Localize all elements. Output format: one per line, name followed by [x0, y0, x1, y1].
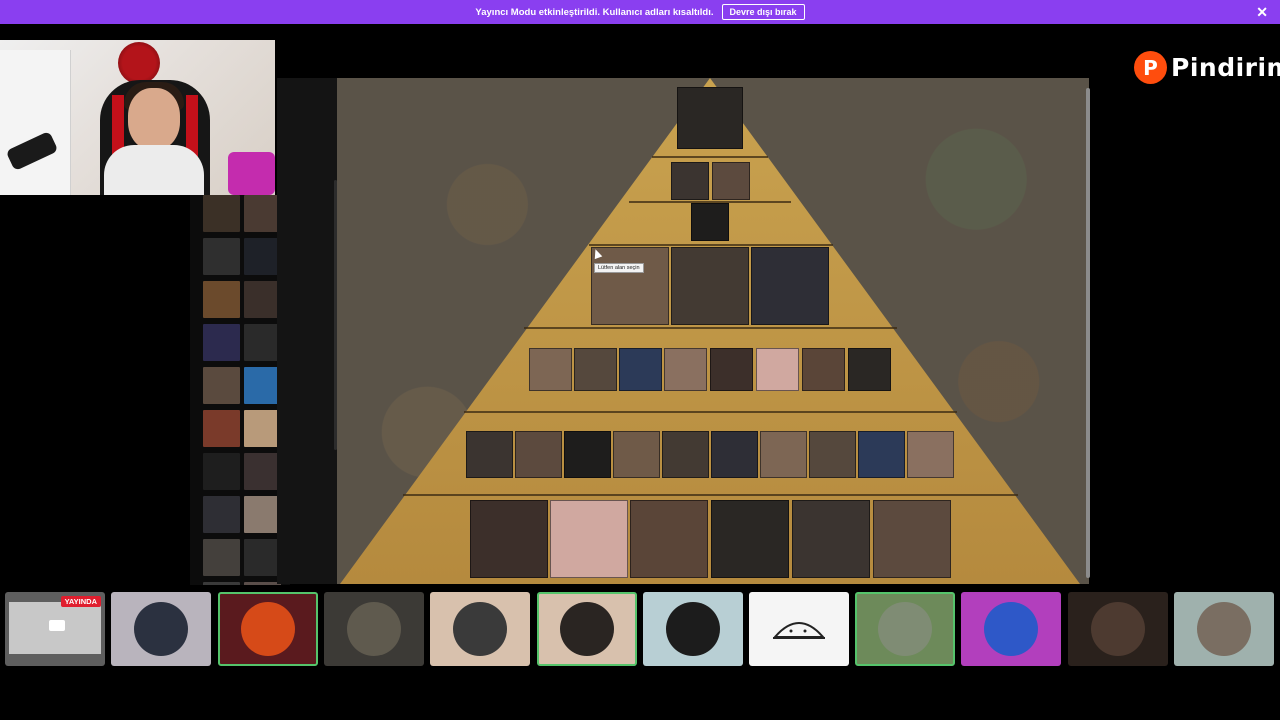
unplaced-thumbnail[interactable] — [203, 195, 240, 232]
participant-tile-screen-share[interactable]: YAYINDA — [5, 592, 105, 666]
tier-item-row-2[interactable] — [712, 162, 750, 200]
avatar — [560, 602, 614, 656]
participant-tile[interactable] — [430, 592, 530, 666]
tier-item-row-6[interactable] — [711, 431, 758, 478]
webcam-cabinet — [0, 50, 71, 195]
tier-item-row-5[interactable] — [802, 348, 845, 391]
participant-tile[interactable] — [749, 592, 849, 666]
right-scrollbar[interactable] — [1086, 88, 1090, 578]
participant-strip: YAYINDA — [0, 590, 1280, 668]
screen-share-icon — [49, 620, 65, 631]
unplaced-thumbnail[interactable] — [203, 281, 240, 318]
unplaced-thumbnail[interactable] — [244, 539, 281, 576]
unplaced-thumbnail[interactable] — [203, 238, 240, 275]
logo-badge-icon: P — [1134, 51, 1167, 84]
tier-item-row-6[interactable] — [907, 431, 954, 478]
unplaced-items-grid — [203, 195, 283, 585]
avatar — [1197, 602, 1251, 656]
logo-text: Pindirim — [1171, 53, 1280, 82]
disable-streamer-mode-button[interactable]: Devre dışı bırak — [721, 4, 805, 20]
left-scrollbar[interactable] — [334, 180, 337, 450]
tier-item-row-4[interactable] — [751, 247, 829, 325]
unplaced-thumbnail[interactable] — [244, 324, 281, 361]
tier-item-row-1[interactable] — [677, 87, 743, 149]
tier-item-row-7[interactable] — [711, 500, 789, 578]
avatar — [453, 602, 507, 656]
unplaced-thumbnail[interactable] — [244, 410, 281, 447]
tier-item-row-7[interactable] — [470, 500, 548, 578]
unplaced-thumbnail[interactable] — [203, 324, 240, 361]
person-face — [128, 88, 180, 150]
unplaced-thumbnail[interactable] — [244, 582, 281, 585]
webcam-overlay — [0, 40, 275, 195]
close-icon[interactable]: ✕ — [1256, 4, 1268, 21]
avatar — [1091, 602, 1145, 656]
tier-item-row-7[interactable] — [630, 500, 708, 578]
avatar — [347, 602, 401, 656]
unplaced-thumbnail[interactable] — [244, 367, 281, 404]
tier-item-row-6[interactable] — [858, 431, 905, 478]
participant-tile-speaking[interactable] — [855, 592, 955, 666]
participant-tile[interactable] — [1174, 592, 1274, 666]
avatar — [984, 602, 1038, 656]
tier-item-row-6[interactable] — [466, 431, 513, 478]
unplaced-thumbnail[interactable] — [244, 453, 281, 490]
wall-logo — [118, 42, 160, 84]
participant-tile[interactable] — [643, 592, 743, 666]
tier-item-row-5[interactable] — [710, 348, 753, 391]
unplaced-items-column[interactable] — [190, 195, 290, 585]
avatar — [241, 602, 295, 656]
tier-item-row-5[interactable] — [619, 348, 662, 391]
unplaced-thumbnail[interactable] — [203, 410, 240, 447]
unplaced-thumbnail[interactable] — [244, 195, 281, 232]
tier-item-row-7[interactable] — [550, 500, 628, 578]
tier-item-row-6[interactable] — [515, 431, 562, 478]
avatar — [666, 602, 720, 656]
tier-item-row-5[interactable] — [848, 348, 891, 391]
avatar — [878, 602, 932, 656]
unplaced-thumbnail[interactable] — [244, 281, 281, 318]
tier-item-row-3[interactable] — [691, 203, 729, 241]
tier-item-row-7[interactable] — [792, 500, 870, 578]
tier-item-row-5[interactable] — [529, 348, 572, 391]
unplaced-thumbnail[interactable] — [203, 539, 240, 576]
unplaced-thumbnail[interactable] — [203, 496, 240, 533]
tier-item-row-7[interactable] — [873, 500, 951, 578]
tier-item-row-5[interactable] — [756, 348, 799, 391]
participant-tile[interactable] — [961, 592, 1061, 666]
banner-message: Yayıncı Modu etkinleştirildi. Kullanıcı … — [475, 6, 714, 18]
participant-tile-speaking[interactable] — [218, 592, 318, 666]
tier-item-row-5[interactable] — [664, 348, 707, 391]
tier-item-row-6[interactable] — [662, 431, 709, 478]
participant-tile[interactable] — [111, 592, 211, 666]
participant-tile[interactable] — [324, 592, 424, 666]
tier-item-row-4[interactable] — [591, 247, 669, 325]
unplaced-thumbnail[interactable] — [203, 453, 240, 490]
bread-icon — [773, 622, 825, 639]
tier-item-row-5[interactable] — [574, 348, 617, 391]
tier-item-row-2[interactable] — [671, 162, 709, 200]
tier-item-row-4[interactable] — [671, 247, 749, 325]
unplaced-thumbnail[interactable] — [244, 496, 281, 533]
tier-item-row-6[interactable] — [809, 431, 856, 478]
avatar — [134, 602, 188, 656]
tier-item-row-6[interactable] — [760, 431, 807, 478]
person-shirt — [104, 145, 204, 195]
live-badge: YAYINDA — [60, 596, 101, 607]
unplaced-thumbnail[interactable] — [203, 367, 240, 404]
tooltip: Lütfen alan seçin — [594, 263, 644, 273]
unplaced-thumbnail[interactable] — [203, 582, 240, 585]
tier-item-row-6[interactable] — [613, 431, 660, 478]
pillow — [228, 152, 275, 195]
participant-tile-speaking[interactable] — [537, 592, 637, 666]
channel-logo: P Pindirim — [1134, 51, 1280, 84]
unplaced-thumbnail[interactable] — [244, 238, 281, 275]
tier-item-row-6[interactable] — [564, 431, 611, 478]
streamer-mode-banner: Yayıncı Modu etkinleştirildi. Kullanıcı … — [0, 0, 1280, 24]
participant-tile[interactable] — [1068, 592, 1168, 666]
